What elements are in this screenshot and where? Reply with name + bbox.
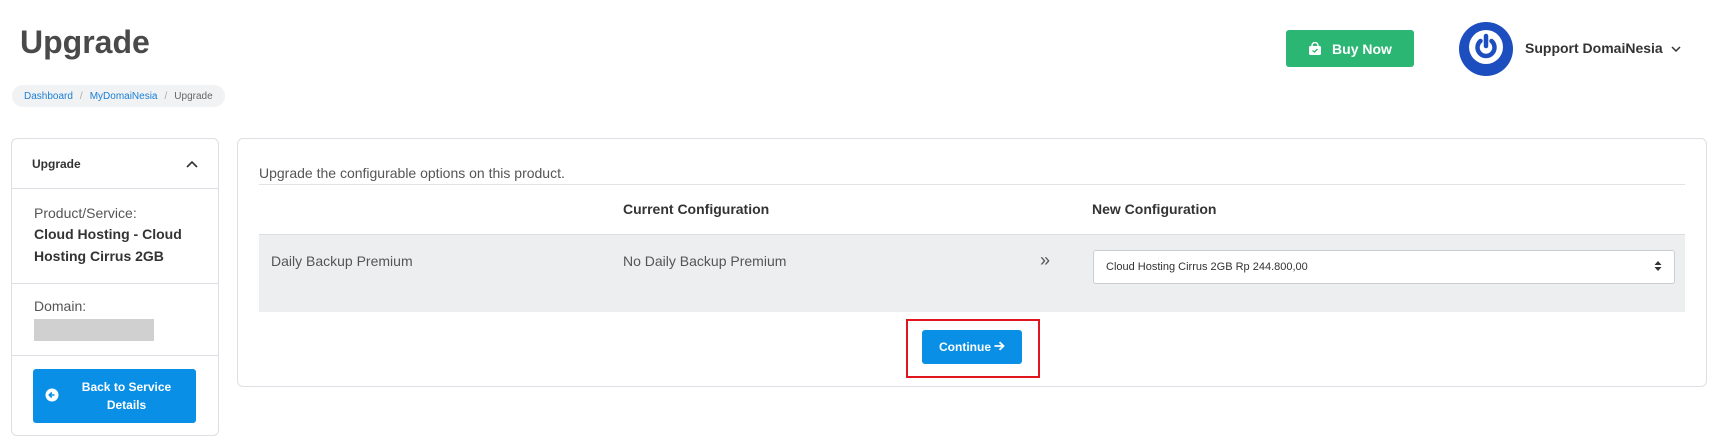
breadcrumb-mydomainesia[interactable]: MyDomaiNesia: [90, 91, 158, 102]
domain-value-redacted: [34, 319, 154, 341]
option-name: Daily Backup Premium: [271, 253, 413, 269]
divider: [259, 184, 1685, 185]
intro-text: Upgrade the configurable options on this…: [259, 165, 565, 181]
continue-button[interactable]: Continue: [922, 330, 1022, 364]
user-menu[interactable]: Support DomaiNesia: [1525, 40, 1681, 56]
new-config-selected: Cloud Hosting Cirrus 2GB Rp 244.800,00: [1106, 261, 1308, 273]
avatar[interactable]: [1459, 22, 1513, 76]
breadcrumb-separator: /: [164, 90, 168, 102]
sidebar: Upgrade Product/Service: Cloud Hosting -…: [11, 138, 219, 436]
breadcrumb: Dashboard / MyDomaiNesia / Upgrade: [12, 85, 225, 107]
shopping-bag-icon: [1308, 41, 1322, 56]
continue-label: Continue: [939, 340, 991, 354]
breadcrumb-dashboard[interactable]: Dashboard: [24, 91, 73, 102]
chevron-down-icon: [1671, 40, 1681, 56]
breadcrumb-separator: /: [79, 90, 83, 102]
sidebar-title: Upgrade: [32, 156, 81, 171]
current-value: No Daily Backup Premium: [623, 253, 787, 269]
current-config-header: Current Configuration: [623, 201, 770, 217]
power-icon: [1468, 29, 1504, 70]
arrow-left-circle-icon: [45, 388, 59, 405]
chevron-up-icon[interactable]: [186, 157, 198, 171]
domain-label: Domain:: [34, 298, 87, 314]
buy-now-button[interactable]: Buy Now: [1286, 30, 1414, 67]
buy-now-label: Buy Now: [1332, 40, 1392, 57]
upgrade-card: Upgrade the configurable options on this…: [237, 138, 1707, 387]
user-name: Support DomaiNesia: [1525, 40, 1663, 56]
product-section: Product/Service: Cloud Hosting - Cloud H…: [12, 189, 218, 284]
table-row: Daily Backup Premium No Daily Backup Pre…: [259, 234, 1685, 312]
breadcrumb-current: Upgrade: [174, 90, 213, 102]
domain-section: Domain:: [12, 284, 218, 356]
sidebar-header[interactable]: Upgrade: [12, 139, 218, 189]
select-sort-icon: [1654, 260, 1662, 275]
new-config-header: New Configuration: [1092, 201, 1217, 217]
product-label: Product/Service:: [34, 205, 137, 221]
double-arrow-icon: »: [1040, 250, 1051, 270]
back-to-service-button[interactable]: Back to Service Details: [33, 369, 196, 423]
back-to-service-label: Back to Service Details: [81, 380, 172, 412]
product-value: Cloud Hosting - Cloud Hosting Cirrus 2GB: [34, 226, 182, 264]
page-title: Upgrade: [20, 24, 150, 60]
arrow-right-icon: [994, 340, 1005, 354]
new-config-select[interactable]: Cloud Hosting Cirrus 2GB Rp 244.800,00: [1093, 250, 1675, 284]
